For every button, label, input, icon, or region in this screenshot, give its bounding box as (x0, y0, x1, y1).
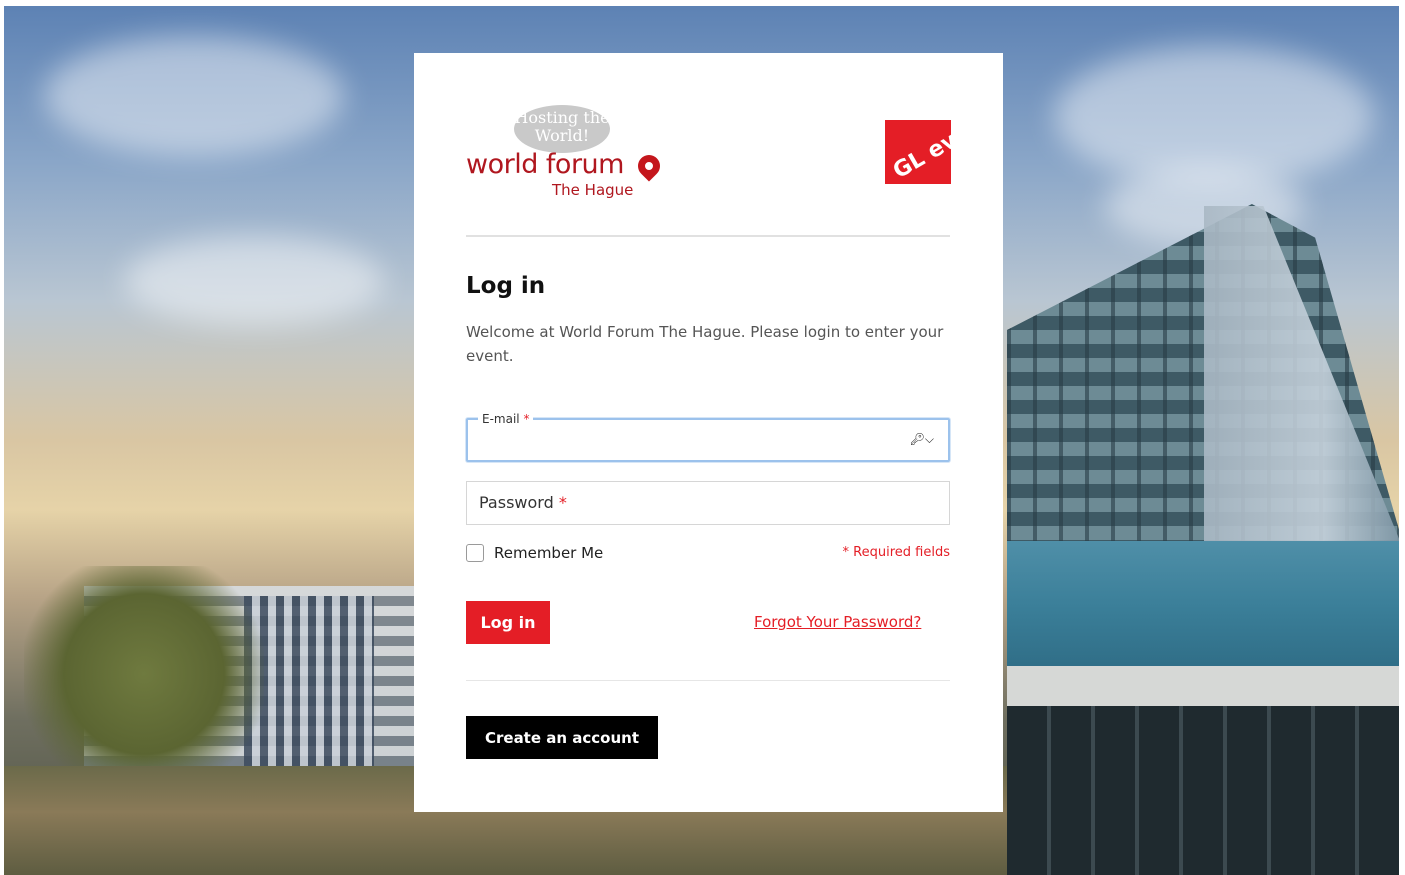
welcome-text: Welcome at World Forum The Hague. Please… (466, 323, 944, 365)
cloud (124, 236, 384, 326)
email-label-text: E-mail (482, 412, 520, 426)
email-label: E-mail * (478, 412, 534, 426)
entrance-canopy (1007, 666, 1399, 706)
page-title: Log in (466, 273, 546, 299)
login-card: Hosting the World! world forum The Hague… (414, 53, 1003, 812)
password-field[interactable]: Password * (466, 481, 950, 525)
the-hague-wordmark: The Hague (552, 181, 634, 199)
location-pin-icon (633, 150, 665, 182)
required-fields-note: * Required fields (842, 545, 950, 560)
gl-events-logo: GL events (885, 120, 951, 184)
entrance (1007, 706, 1399, 875)
required-marker: * (558, 493, 567, 512)
page-background: Hosting the World! world forum The Hague… (0, 0, 1405, 875)
divider (466, 235, 950, 237)
hosting-the-world-badge: Hosting the World! (514, 105, 610, 153)
glass-facade (1007, 541, 1399, 671)
email-field[interactable]: E-mail * 🔑︎⌵ (466, 412, 950, 462)
password-label: Password * (479, 493, 567, 512)
password-label-text: Password (479, 493, 554, 512)
login-button[interactable]: Log in (466, 601, 550, 644)
required-marker: * (523, 412, 530, 426)
world-forum-wordmark: world forum (466, 149, 624, 180)
create-account-button[interactable]: Create an account (466, 716, 658, 759)
cloud (1054, 46, 1374, 186)
forgot-password-link[interactable]: Forgot Your Password? (754, 613, 921, 631)
remember-me[interactable]: Remember Me (466, 544, 603, 562)
remember-me-checkbox[interactable] (466, 544, 484, 562)
cloud (44, 36, 344, 156)
world-forum-logo: Hosting the World! world forum The Hague (466, 105, 676, 205)
gl-events-wordmark: GL events (889, 120, 951, 184)
password-manager-key-icon[interactable]: 🔑︎⌵ (910, 432, 934, 447)
remember-me-label: Remember Me (494, 544, 604, 562)
divider (466, 680, 950, 681)
